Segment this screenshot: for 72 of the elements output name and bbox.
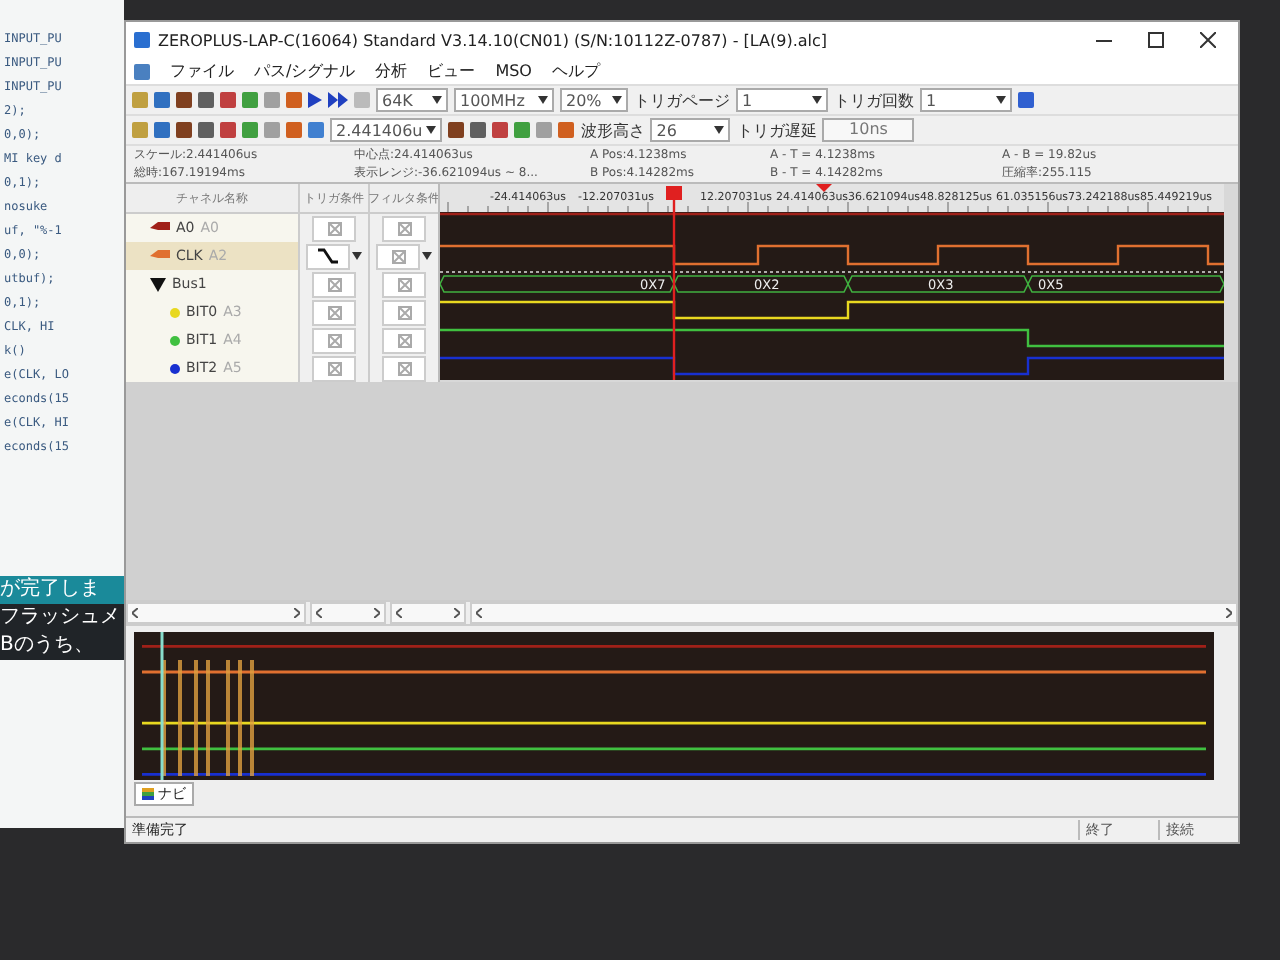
notice-text: Bのうち、 xyxy=(0,632,124,660)
trigger-count-label: トリガ回数 xyxy=(834,89,914,111)
memory-dropdown[interactable]: 64K xyxy=(376,88,448,112)
menu-item[interactable]: MSO xyxy=(495,62,532,80)
scrollbar[interactable] xyxy=(470,602,1238,624)
expand-icon[interactable] xyxy=(150,277,166,291)
caret-icon xyxy=(432,96,442,104)
menu-item[interactable]: ファイル xyxy=(170,60,234,82)
minimize-icon[interactable] xyxy=(1096,39,1112,41)
maximize-icon[interactable] xyxy=(1148,32,1164,48)
filter-condition[interactable] xyxy=(376,243,420,269)
notice-text: フラッシュメ xyxy=(0,604,124,632)
disabled-icon xyxy=(397,333,411,347)
caret-icon xyxy=(352,252,362,260)
window-title: ZEROPLUS-LAP-C(16064) Standard V3.14.10(CN01) (S/N:10112Z-0787) - [LA(9).alc] xyxy=(158,31,829,49)
scroll-right-icon[interactable] xyxy=(294,608,300,618)
trigger-condition[interactable] xyxy=(306,243,350,269)
fast-forward-icon[interactable] xyxy=(328,92,348,108)
caret-icon xyxy=(812,96,822,104)
caret-icon xyxy=(612,96,622,104)
marker-icon xyxy=(816,184,832,192)
falling-edge-icon xyxy=(318,248,338,264)
trigger-page-label: トリガページ xyxy=(634,89,730,111)
rate-dropdown[interactable]: 100MHz xyxy=(454,88,554,112)
play-icon[interactable] xyxy=(308,92,322,108)
trigger-delay-field[interactable]: 10ns xyxy=(822,118,915,142)
caret-icon xyxy=(538,96,548,104)
caret-icon xyxy=(422,252,432,260)
disabled-icon xyxy=(327,333,341,347)
trigger-delay-label: トリガ遅延 xyxy=(736,119,817,141)
menu-item[interactable]: ヘルプ xyxy=(551,60,600,82)
filter-condition[interactable] xyxy=(382,271,426,297)
scroll-right-icon[interactable] xyxy=(374,608,380,618)
close-icon[interactable] xyxy=(1200,32,1216,48)
caret-icon xyxy=(426,126,437,134)
disabled-icon xyxy=(397,305,411,319)
disabled-icon xyxy=(327,305,341,319)
filter-condition[interactable] xyxy=(382,355,426,381)
disabled-icon xyxy=(397,221,411,235)
document-icon xyxy=(134,63,150,79)
scroll-right-icon[interactable] xyxy=(1226,608,1232,618)
scrollbar[interactable] xyxy=(310,602,386,624)
filter-condition[interactable] xyxy=(382,299,426,325)
scrollbar[interactable] xyxy=(390,602,466,624)
scroll-left-icon[interactable] xyxy=(476,608,482,618)
disabled-icon xyxy=(397,277,411,291)
trigger-position-dropdown[interactable]: 20% xyxy=(560,88,628,112)
caret-icon xyxy=(996,96,1006,104)
notice-text: が完了しま xyxy=(0,576,124,604)
filter-condition[interactable] xyxy=(382,327,426,353)
wave-height-dropdown[interactable]: 26 xyxy=(650,118,731,142)
menu-item[interactable]: 分析 xyxy=(375,60,408,82)
scroll-left-icon[interactable] xyxy=(132,608,138,618)
filter-condition[interactable] xyxy=(382,215,426,241)
waveform-icon xyxy=(142,788,154,800)
scale-dropdown[interactable]: 2.441406u xyxy=(330,118,443,142)
disabled-icon xyxy=(391,249,405,263)
disabled-icon xyxy=(327,277,341,291)
disabled-icon xyxy=(327,361,341,375)
scrollbar[interactable] xyxy=(126,602,306,624)
scroll-right-icon[interactable] xyxy=(454,608,460,618)
trigger-page-dropdown[interactable]: 1 xyxy=(736,88,828,112)
app-icon xyxy=(134,32,150,48)
menu-item[interactable]: パス/シグナル xyxy=(254,60,356,82)
caret-icon xyxy=(714,126,725,134)
menu-item[interactable]: ビュー xyxy=(427,60,476,82)
scroll-left-icon[interactable] xyxy=(396,608,402,618)
disabled-icon xyxy=(327,221,341,235)
wave-height-label: 波形高さ xyxy=(580,119,645,141)
disabled-icon xyxy=(397,361,411,375)
scroll-left-icon[interactable] xyxy=(316,608,322,618)
trigger-count-dropdown[interactable]: 1 xyxy=(920,88,1012,112)
